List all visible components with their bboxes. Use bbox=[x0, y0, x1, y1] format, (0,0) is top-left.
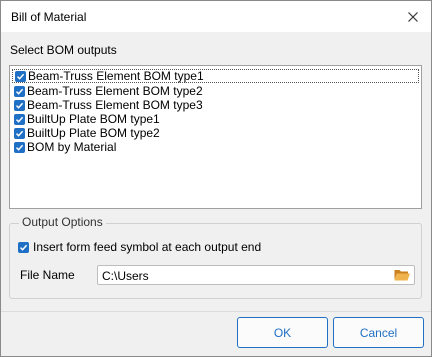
bom-item-checkbox[interactable] bbox=[14, 127, 25, 139]
bom-item-checkbox[interactable] bbox=[14, 113, 25, 125]
checkmark-icon bbox=[15, 116, 24, 123]
bom-item-label: BuiltUp Plate BOM type1 bbox=[27, 112, 160, 126]
browse-button[interactable] bbox=[393, 267, 411, 283]
bom-item-beam-truss-type3[interactable]: Beam-Truss Element BOM type3 bbox=[12, 98, 419, 112]
bom-item-builtup-plate-type1[interactable]: BuiltUp Plate BOM type1 bbox=[12, 112, 419, 126]
bom-item-checkbox[interactable] bbox=[14, 99, 25, 111]
bom-item-beam-truss-type2[interactable]: Beam-Truss Element BOM type2 bbox=[12, 84, 419, 98]
file-name-value: C:\Users bbox=[102, 269, 149, 283]
checkmark-icon bbox=[15, 144, 24, 151]
checkmark-icon bbox=[16, 73, 25, 80]
file-name-label: File Name bbox=[20, 268, 75, 282]
bom-item-beam-truss-type1[interactable]: Beam-Truss Element BOM type1 bbox=[12, 69, 419, 83]
cancel-button[interactable]: Cancel bbox=[333, 317, 424, 348]
bom-dialog: Bill of Material Select BOM outputs Beam… bbox=[0, 0, 432, 357]
close-icon bbox=[408, 11, 418, 22]
ok-button[interactable]: OK bbox=[237, 317, 328, 348]
form-feed-label: Insert form feed symbol at each output e… bbox=[33, 240, 262, 254]
checkmark-icon bbox=[15, 102, 24, 109]
title-bar: Bill of Material bbox=[1, 1, 431, 32]
bom-outputs-label: Select BOM outputs bbox=[10, 43, 117, 57]
checkmark-icon bbox=[15, 88, 24, 95]
checkmark-icon bbox=[19, 244, 28, 251]
form-feed-checkbox[interactable] bbox=[18, 241, 29, 253]
bom-item-checkbox[interactable] bbox=[14, 85, 25, 97]
form-feed-option[interactable]: Insert form feed symbol at each output e… bbox=[18, 240, 261, 254]
bom-item-label: Beam-Truss Element BOM type3 bbox=[27, 98, 203, 112]
close-button[interactable] bbox=[395, 1, 431, 32]
bom-item-label: BuiltUp Plate BOM type2 bbox=[27, 126, 160, 140]
file-name-field[interactable]: C:\Users bbox=[97, 265, 415, 285]
folder-open-icon bbox=[394, 270, 410, 281]
output-options-legend: Output Options bbox=[19, 215, 106, 229]
checkmark-icon bbox=[15, 130, 24, 137]
footer-separator bbox=[1, 311, 431, 312]
bom-item-checkbox[interactable] bbox=[15, 70, 26, 82]
bom-item-label: Beam-Truss Element BOM type1 bbox=[28, 69, 204, 83]
output-options-group bbox=[9, 223, 422, 299]
bom-item-builtup-plate-type2[interactable]: BuiltUp Plate BOM type2 bbox=[12, 126, 419, 140]
bom-item-checkbox[interactable] bbox=[14, 141, 25, 153]
bom-output-list[interactable]: Beam-Truss Element BOM type1 Beam-Truss … bbox=[9, 65, 422, 209]
bom-item-label: BOM by Material bbox=[27, 140, 117, 154]
dialog-title: Bill of Material bbox=[11, 10, 87, 24]
bom-item-label: Beam-Truss Element BOM type2 bbox=[27, 84, 203, 98]
bom-item-by-material[interactable]: BOM by Material bbox=[12, 140, 419, 154]
